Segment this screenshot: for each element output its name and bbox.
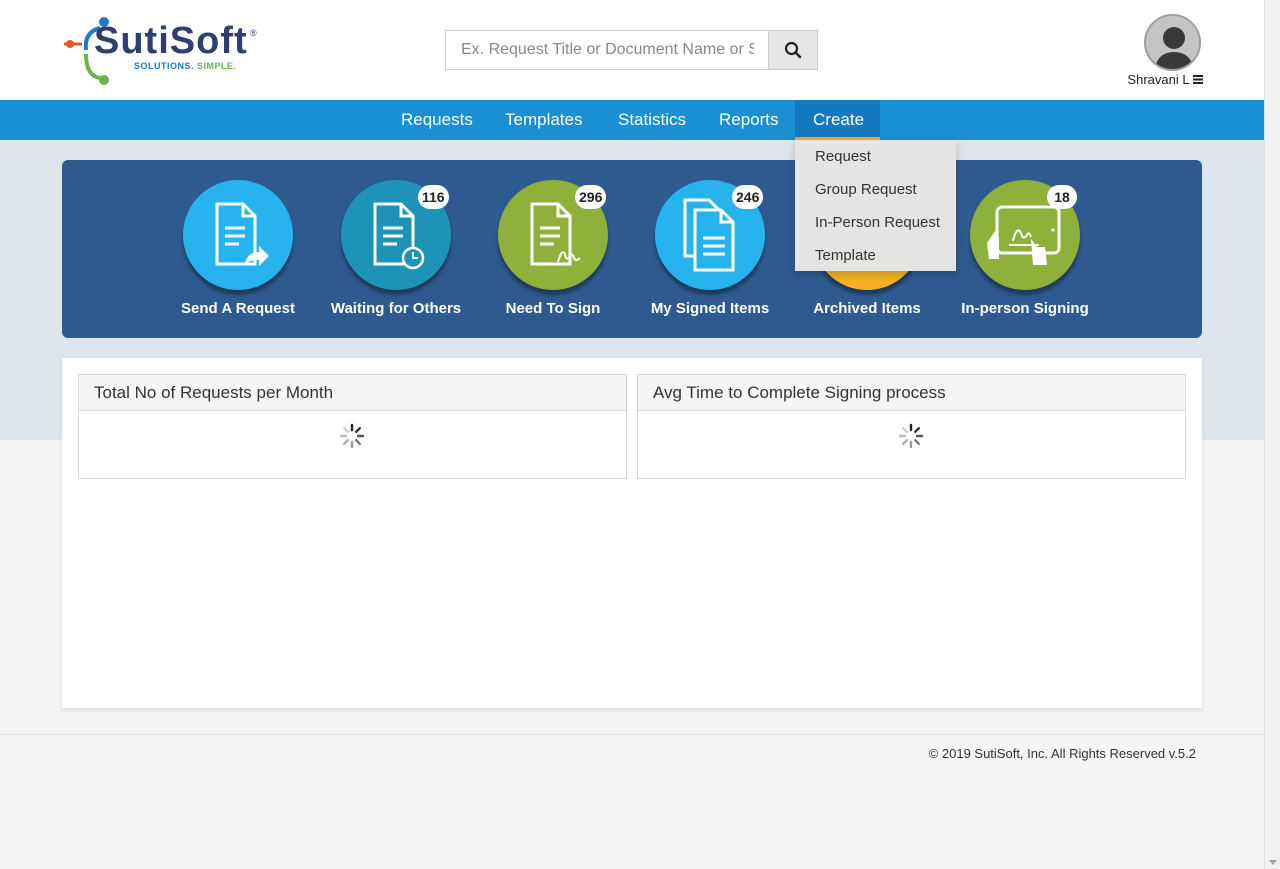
logo-name: SutiSoft <box>94 20 248 62</box>
nav-templates[interactable]: Templates <box>487 100 600 140</box>
document-send-icon <box>215 202 269 266</box>
menu-item-template[interactable]: Template <box>795 239 956 272</box>
panel-title: Avg Time to Complete Signing process <box>638 375 1185 411</box>
stats-card: Total No of Requests per Month Avg Time … <box>62 358 1202 708</box>
tile-in-person-signing[interactable]: 18 In-person Signing <box>945 180 1105 330</box>
tile-label: Need To Sign <box>505 300 601 317</box>
tile-count-badge: 296 <box>575 185 607 209</box>
search-button[interactable] <box>768 31 817 69</box>
loading-spinner-icon <box>898 423 924 449</box>
logo-tagline: SOLUTIONS. SIMPLE. <box>134 61 237 71</box>
menu-item-request[interactable]: Request <box>795 140 956 173</box>
search-icon <box>784 41 802 59</box>
nav-requests[interactable]: Requests <box>383 100 491 140</box>
avatar[interactable] <box>1144 14 1201 71</box>
tile-circle[interactable] <box>183 180 293 290</box>
footer-divider <box>0 734 1264 735</box>
requests-per-month-panel: Total No of Requests per Month <box>78 374 627 479</box>
tile-label: Archived Items <box>813 300 921 317</box>
user-name-row[interactable]: Shravani L <box>1120 72 1210 87</box>
sutisoft-logo[interactable]: SutiSoft ® SOLUTIONS. SIMPLE. <box>64 14 264 86</box>
menu-item-group-request[interactable]: Group Request <box>795 173 956 206</box>
tile-count-badge: 116 <box>418 185 449 209</box>
tile-label: Send A Request <box>181 300 295 317</box>
search-box <box>445 30 818 70</box>
menu-item-in-person-request[interactable]: In-Person Request <box>795 206 956 239</box>
tile-count-badge: 18 <box>1047 185 1077 209</box>
user-menu[interactable]: Shravani L <box>1120 14 1210 94</box>
avg-time-signing-panel: Avg Time to Complete Signing process <box>637 374 1186 479</box>
tile-label: Waiting for Others <box>330 300 462 317</box>
search-input[interactable] <box>446 31 769 69</box>
document-sign-icon <box>530 202 581 266</box>
tile-label: My Signed Items <box>650 300 770 317</box>
tile-count-badge: 246 <box>732 185 764 209</box>
hamburger-icon[interactable] <box>1192 75 1203 84</box>
header: SutiSoft ® SOLUTIONS. SIMPLE. Shravani L <box>0 0 1264 100</box>
nav-create[interactable]: Create <box>795 100 880 140</box>
dashboard-tiles: Send A Request 116 Waiting for Others 29… <box>62 160 1202 338</box>
logo-registered: ® <box>250 28 257 38</box>
nav-statistics[interactable]: Statistics <box>600 100 704 140</box>
panel-title: Total No of Requests per Month <box>79 375 626 411</box>
create-dropdown-menu: Request Group Request In-Person Request … <box>795 140 956 271</box>
loading-spinner-icon <box>339 423 365 449</box>
main-nav: Requests Templates Statistics Reports Cr… <box>0 100 1264 140</box>
tile-my-signed-items[interactable]: 246 My Signed Items <box>630 180 790 330</box>
scroll-down-arrow-icon[interactable] <box>1269 860 1277 865</box>
tile-waiting-for-others[interactable]: 116 Waiting for Others <box>316 180 476 330</box>
logo-tagline-simple: SIMPLE. <box>197 61 237 71</box>
documents-stack-icon <box>683 198 735 272</box>
tile-need-to-sign[interactable]: 296 Need To Sign <box>473 180 633 330</box>
tablet-sign-icon <box>987 205 1061 265</box>
footer-copyright: © 2019 SutiSoft, Inc. All Rights Reserve… <box>928 746 1196 761</box>
tile-label: In-person Signing <box>961 300 1089 317</box>
nav-reports[interactable]: Reports <box>701 100 797 140</box>
tile-send-request[interactable]: Send A Request <box>158 180 318 330</box>
vertical-scrollbar[interactable] <box>1264 0 1280 869</box>
logo-tagline-solutions: SOLUTIONS. <box>134 61 195 71</box>
user-name: Shravani L <box>1127 72 1190 87</box>
user-avatar-icon <box>1146 16 1199 69</box>
document-clock-icon <box>373 202 425 270</box>
